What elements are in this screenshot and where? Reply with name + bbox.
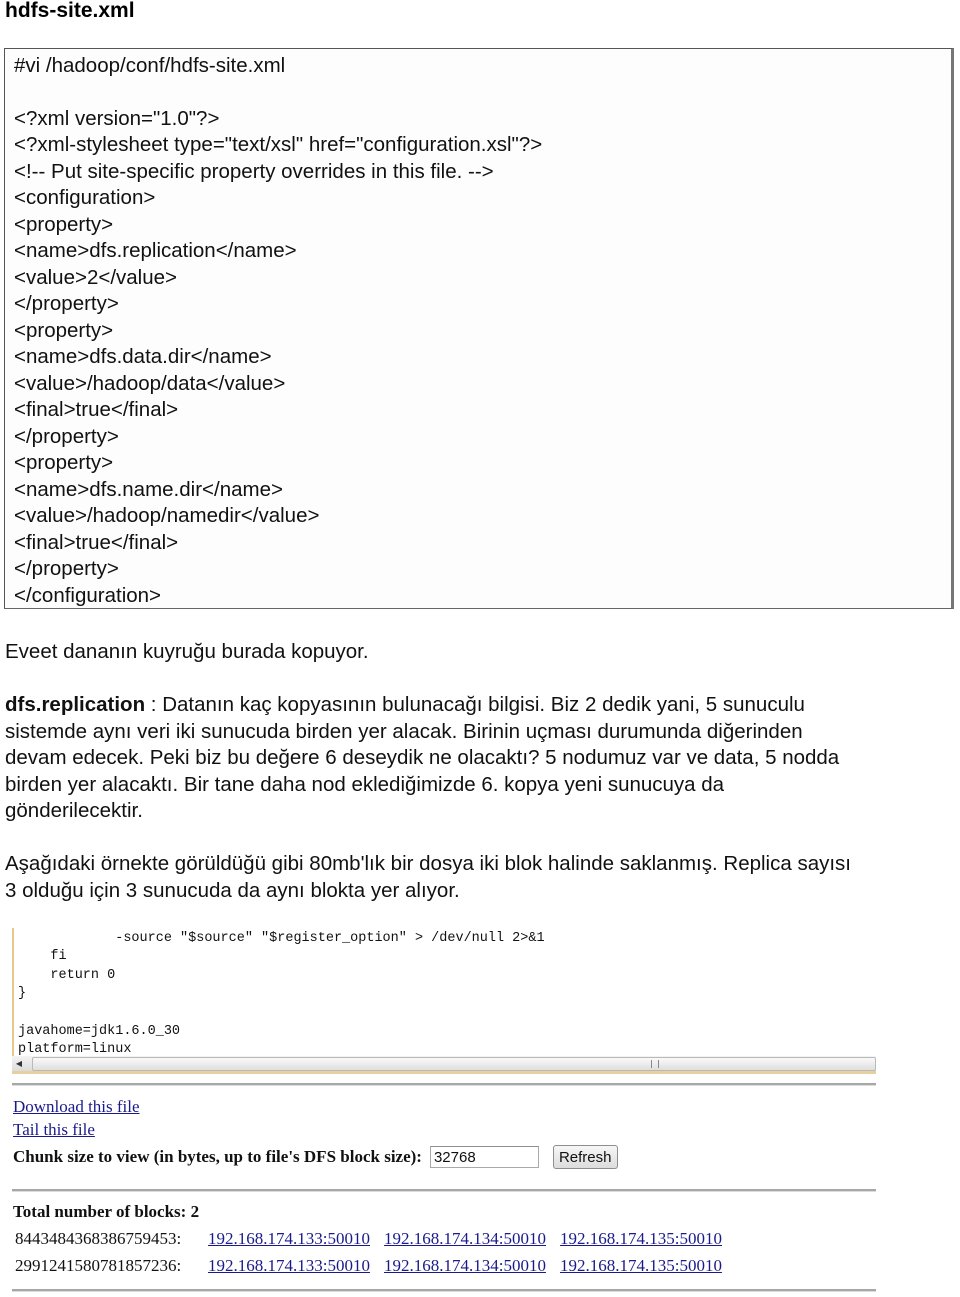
code-line: <property> [14,451,114,474]
divider [12,1289,876,1292]
block-row: 2991241580781857236: 192.168.174.133:5001… [15,1255,736,1277]
term-dfs-replication: dfs.replication [5,693,146,716]
paragraph-line: Aşağıdaki örnekte görüldüğü gibi 80mb'lı… [5,852,851,875]
total-blocks-label: Total number of blocks: 2 [13,1202,200,1221]
horizontal-scrollbar[interactable]: ◀ [12,1056,876,1074]
code-line: <value>/hadoop/data</value> [14,372,286,395]
block-id: 2991241580781857236: [15,1256,182,1275]
file-line: javahome=jdk1.6.0_30 [18,1024,181,1039]
code-line: </property> [14,557,119,580]
paragraph-intro: Eveet dananın kuyruğu burada kopuyor. [5,640,369,663]
chunk-size-form: Chunk size to view (in bytes, up to file… [13,1144,618,1170]
code-line: <final>true</final> [14,398,179,421]
code-line: <?xml version="1.0"?> [14,107,220,130]
paragraph-line: dfs.replication : Datanın kaç kopyasının… [5,693,805,716]
datanode-link[interactable]: 192.168.174.133:50010 [208,1256,370,1275]
paragraph-line: 3 olduğu için 3 sunucuda da aynı blokta … [5,878,460,902]
paragraph-example: Aşağıdaki örnekte görüldüğü gibi 80mb'lı… [5,851,955,904]
file-line: -source "$source" "$register_option" > /… [18,931,545,946]
code-line: </property> [14,292,119,315]
code-line: #vi /hadoop/conf/hdfs-site.xml [14,54,286,77]
paragraph-line: devam edecek. Peki biz bu değere 6 desey… [5,746,840,769]
code-line: <!-- Put site-specific property override… [14,160,494,183]
datanode-link[interactable]: 192.168.174.134:50010 [384,1256,546,1275]
datanode-link[interactable]: 192.168.174.133:50010 [208,1229,370,1248]
code-line: <name>dfs.data.dir</name> [14,345,272,368]
scrollbar-grip-icon [651,1060,659,1068]
datanode-link[interactable]: 192.168.174.134:50010 [384,1229,546,1248]
code-line: <configuration> [14,186,156,209]
tail-file-link[interactable]: Tail this file [13,1120,95,1140]
paragraph-replication: dfs.replication : Datanın kaç kopyasının… [5,692,955,825]
datanode-link[interactable]: 192.168.174.135:50010 [560,1229,722,1248]
block-id: 8443484368386759453: [15,1229,182,1248]
datanode-link[interactable]: 192.168.174.135:50010 [560,1256,722,1275]
paragraph-line: birden yer alacaktı. Bir tane daha nod e… [5,772,725,796]
code-line: </property> [14,425,119,448]
code-line: <?xml-stylesheet type="text/xsl" href="c… [14,133,543,156]
file-line: platform=linux [18,1042,132,1056]
scroll-left-arrow-icon[interactable]: ◀ [14,1058,24,1069]
paragraph-line: gönderilecektir. [5,799,143,822]
code-line: <property> [14,319,114,342]
code-line: <final>true</final> [14,531,179,554]
chunk-size-label: Chunk size to view (in bytes, up to file… [13,1147,422,1166]
code-line: <name>dfs.replication</name> [14,239,297,262]
divider [12,1189,876,1192]
xml-code-box: #vi /hadoop/conf/hdfs-site.xml <?xml ver… [4,48,954,609]
code-line: <name>dfs.name.dir</name> [14,478,283,501]
file-line: return 0 [18,968,116,983]
file-content-viewer: -source "$source" "$register_option" > /… [12,928,876,1056]
file-line: } [18,986,27,1001]
code-line: <property> [14,213,114,236]
paragraph-line: sistemde aynı veri iki sunucuda birden y… [5,719,803,743]
document-title: hdfs-site.xml [5,0,135,22]
download-file-link[interactable]: Download this file [13,1097,140,1117]
scrollbar-thumb[interactable] [32,1057,876,1071]
divider [12,1083,876,1086]
chunk-size-input[interactable] [429,1146,539,1168]
block-row: 8443484368386759453: 192.168.174.133:5001… [15,1228,736,1250]
code-line: <value>/hadoop/namedir</value> [14,504,320,527]
refresh-button[interactable]: Refresh [552,1145,618,1169]
code-line: <value>2</value> [14,266,177,289]
code-line: </configuration> [14,584,162,607]
file-line: fi [18,949,67,964]
